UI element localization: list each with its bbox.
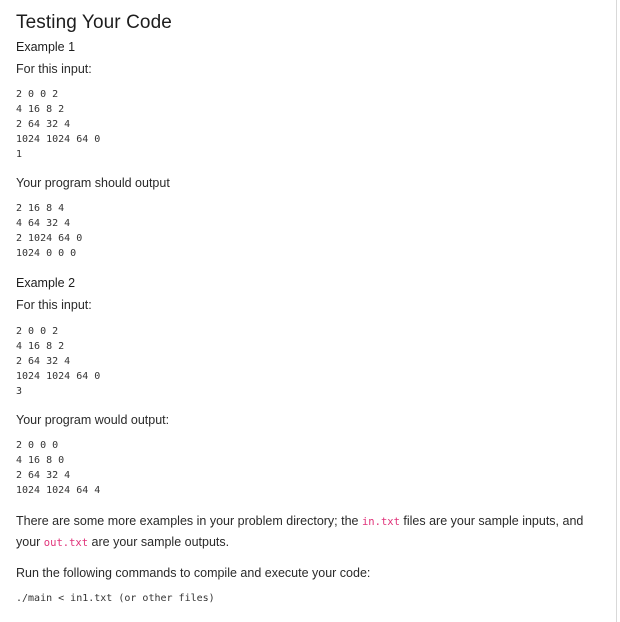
- example-2-heading: Example 2: [16, 276, 76, 290]
- out-file-code: out.txt: [43, 537, 89, 549]
- run-command-code: ./main < in1.txt (or other files): [16, 593, 215, 604]
- document-content: Testing Your Code Example 1 For this inp…: [16, 10, 606, 606]
- example-2-input-code: 2 0 0 2 4 16 8 2 2 64 32 4 1024 1024 64 …: [16, 326, 101, 397]
- page-title: Testing Your Code: [16, 12, 172, 33]
- example-1-output-label: Your program should output: [16, 176, 170, 190]
- example-1-input-label: For this input:: [16, 62, 92, 76]
- in-file-code: in.txt: [361, 516, 400, 528]
- example-2-input-label: For this input:: [16, 298, 92, 312]
- example-1-input-code: 2 0 0 2 4 16 8 2 2 64 32 4 1024 1024 64 …: [16, 89, 101, 160]
- example-1-heading: Example 1: [16, 40, 76, 54]
- run-instructions: Run the following commands to compile an…: [16, 566, 371, 580]
- example-2-output-code: 2 0 0 0 4 16 8 0 2 64 32 4 1024 1024 64 …: [16, 440, 101, 496]
- more-examples-paragraph: There are some more examples in your pro…: [16, 511, 604, 553]
- example-1-output-code: 2 16 8 4 4 64 32 4 2 1024 64 0 1024 0 0 …: [16, 203, 83, 259]
- more-examples-text-before: There are some more examples in your pro…: [16, 514, 362, 528]
- example-2-output-label: Your program would output:: [16, 413, 170, 427]
- more-examples-text-after: are your sample outputs.: [88, 535, 230, 549]
